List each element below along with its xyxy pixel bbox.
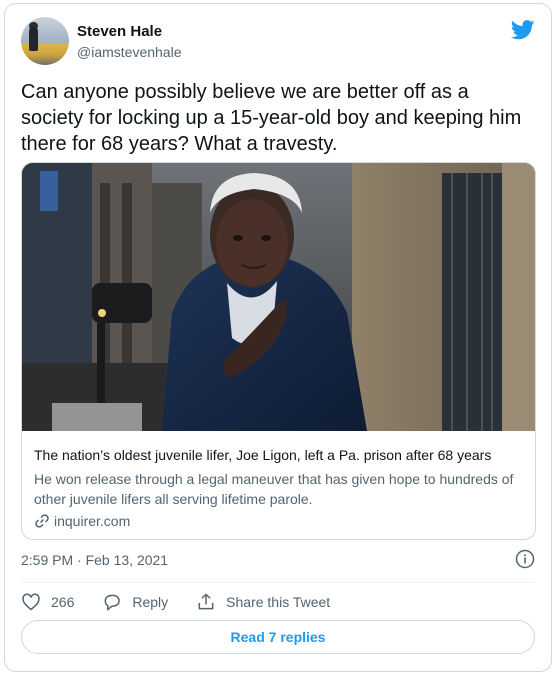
- tweet-text: Can anyone possibly believe we are bette…: [21, 81, 522, 155]
- twitter-bird-icon[interactable]: [511, 20, 535, 40]
- reply-label: Reply: [132, 594, 169, 610]
- card-title[interactable]: The nation’s oldest juvenile lifer, Joe …: [34, 447, 491, 463]
- action-bar: 266 Reply Share this Tweet: [21, 592, 330, 612]
- tweet-timestamp[interactable]: 2:59 PM · Feb 13, 2021: [21, 552, 168, 568]
- divider: [21, 582, 535, 583]
- share-icon: [198, 593, 214, 610]
- like-count: 266: [51, 594, 75, 610]
- reply-button[interactable]: Reply: [102, 592, 168, 612]
- read-replies-button[interactable]: Read 7 replies: [21, 620, 535, 654]
- card-domain[interactable]: inquirer.com: [34, 513, 130, 529]
- share-button[interactable]: Share this Tweet: [196, 592, 330, 612]
- heart-icon: [22, 593, 40, 611]
- tweet-card: Steven Hale @iamstevenhale Can anyone po…: [4, 3, 552, 672]
- reply-icon: [104, 594, 121, 612]
- news-photo[interactable]: [22, 163, 535, 431]
- share-label: Share this Tweet: [226, 594, 331, 610]
- card-description: He won release through a legal maneuver …: [34, 471, 514, 507]
- user-avatar[interactable]: [21, 17, 69, 65]
- user-handle[interactable]: @iamstevenhale: [77, 44, 182, 60]
- like-button[interactable]: 266: [21, 592, 74, 612]
- user-name[interactable]: Steven Hale: [77, 23, 162, 40]
- link-card[interactable]: The nation’s oldest juvenile lifer, Joe …: [21, 162, 536, 540]
- info-icon[interactable]: [515, 549, 535, 569]
- link-icon: [35, 514, 49, 528]
- card-domain-label: inquirer.com: [54, 513, 131, 529]
